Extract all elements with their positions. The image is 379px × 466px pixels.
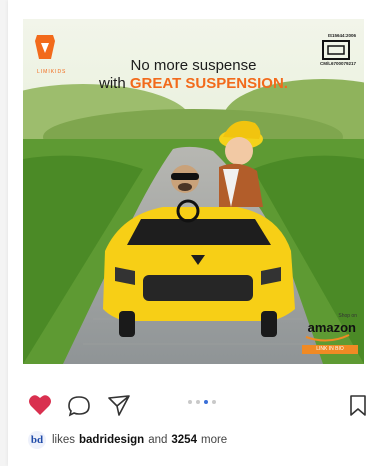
headline-line-2: with GREAT SUSPENSION. xyxy=(23,75,364,93)
headline-line-1: No more suspense xyxy=(130,57,257,74)
bookmark-icon[interactable] xyxy=(348,394,368,418)
carousel-dot xyxy=(188,400,192,404)
certification-top-text: IS15644:2006 xyxy=(327,33,356,38)
liker-avatar[interactable]: bd xyxy=(28,431,46,449)
shop-on-label: Shop on xyxy=(338,313,357,319)
likes-connector: and xyxy=(148,434,168,446)
amazon-logo-text: amazon xyxy=(307,320,356,335)
carousel-dot-active xyxy=(204,400,208,404)
headline-accent: GREAT SUSPENSION. xyxy=(129,75,288,92)
heart-icon[interactable] xyxy=(28,394,52,416)
likes-suffix: more xyxy=(200,434,228,446)
ad-headline: No more suspense with GREAT SUSPENSION. xyxy=(23,57,364,93)
carousel-dot xyxy=(196,400,200,404)
comment-icon[interactable] xyxy=(67,395,91,417)
liker-username[interactable]: badridesign xyxy=(79,434,144,446)
likes-summary: bd likes badridesign and 3254 more xyxy=(28,430,227,450)
post-image[interactable]: LIMIKIDS IS15644:2006 CM/L6700079217 No … xyxy=(23,19,364,364)
link-in-bio-badge: LINK IN BIO xyxy=(302,345,358,354)
send-icon[interactable] xyxy=(107,393,131,417)
carousel-indicator xyxy=(188,400,216,404)
likes-prefix: likes xyxy=(52,434,76,446)
likes-count[interactable]: 3254 xyxy=(171,434,197,446)
carousel-dot xyxy=(212,400,216,404)
headline-prefix: with xyxy=(99,75,126,92)
